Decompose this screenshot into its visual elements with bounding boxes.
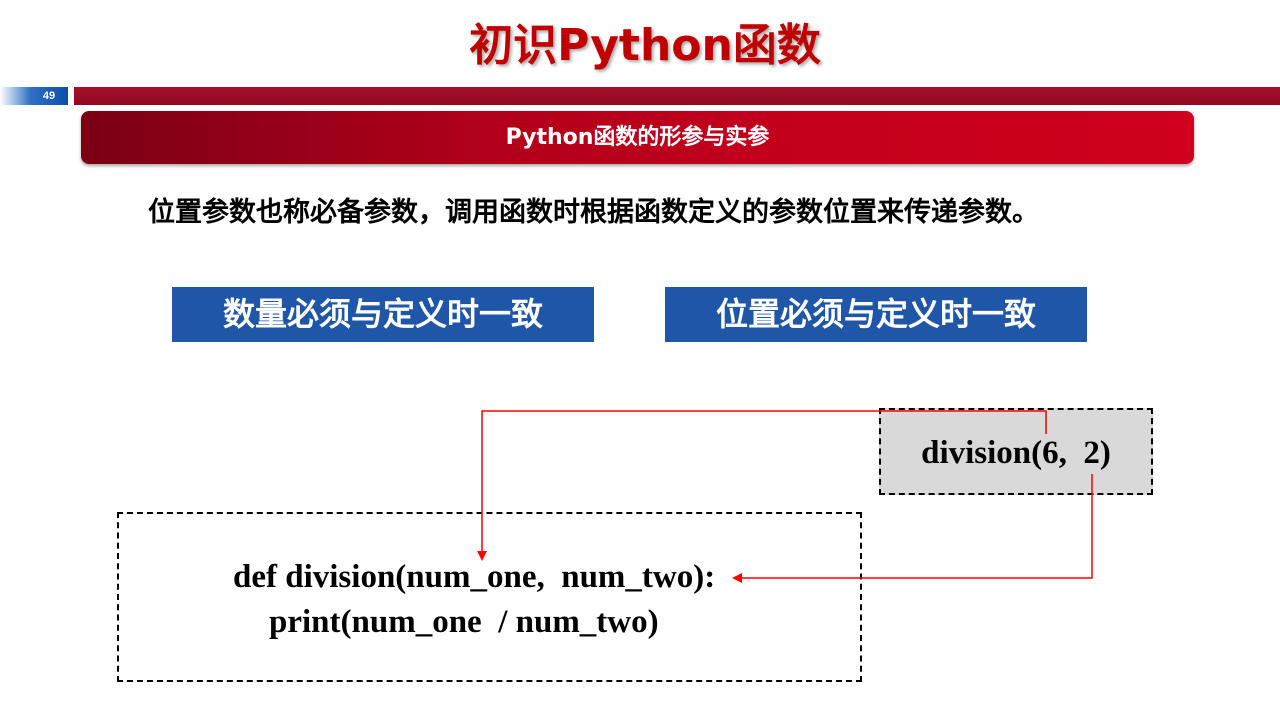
- body-line: print(num_one / num_two): [269, 604, 659, 640]
- title-divider: [74, 87, 1280, 105]
- section-banner: Python函数的形参与实参: [81, 111, 1194, 164]
- position-rule-box: 位置必须与定义时一致: [665, 287, 1087, 342]
- function-call-code: division(6, 2): [921, 435, 1111, 471]
- slide-title: 初识Python函数: [469, 20, 821, 71]
- definition-line: def division(num_one, num_two):: [233, 559, 716, 595]
- function-definition-box: def division(num_one, num_two): print(nu…: [117, 512, 862, 682]
- section-heading: Python函数的形参与实参: [505, 125, 770, 150]
- page-number: 49: [42, 90, 56, 102]
- function-call-box: division(6, 2): [879, 408, 1153, 495]
- lead-text: 位置参数也称必备参数，调用函数时根据函数定义的参数位置来传递参数。: [148, 197, 1039, 228]
- count-rule-box: 数量必须与定义时一致: [172, 287, 594, 342]
